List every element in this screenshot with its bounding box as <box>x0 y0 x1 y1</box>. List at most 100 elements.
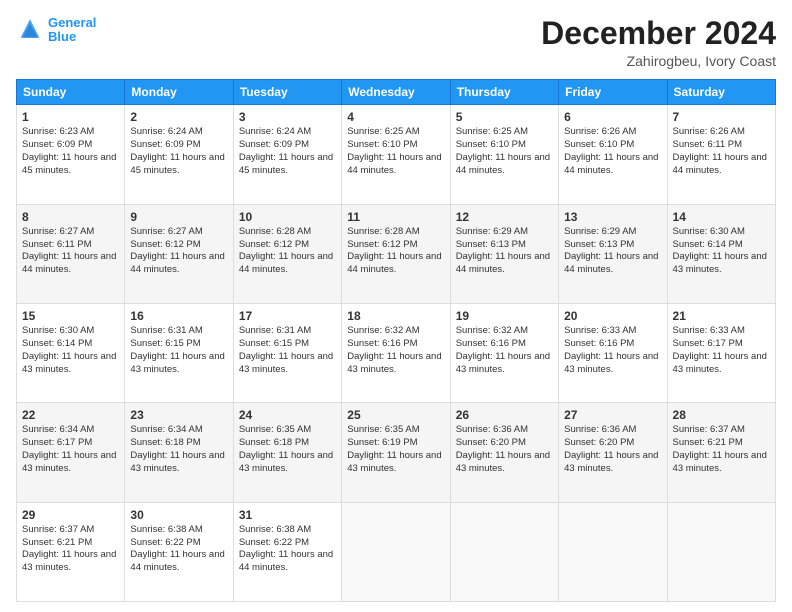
calendar-cell: 13Sunrise: 6:29 AMSunset: 6:13 PMDayligh… <box>559 204 667 303</box>
day-number: 25 <box>347 407 444 423</box>
sunrise-text: Sunrise: 6:33 AM <box>564 325 636 336</box>
day-number: 4 <box>347 109 444 125</box>
calendar-header: Sunday Monday Tuesday Wednesday Thursday… <box>17 80 776 105</box>
daylight-text: Daylight: 11 hours and 45 minutes. <box>239 152 333 176</box>
daylight-text: Daylight: 11 hours and 43 minutes. <box>22 549 116 573</box>
daylight-text: Daylight: 11 hours and 45 minutes. <box>130 152 224 176</box>
sunrise-text: Sunrise: 6:38 AM <box>130 524 202 535</box>
sunset-text: Sunset: 6:22 PM <box>239 537 309 548</box>
logo-blue: Blue <box>48 29 76 44</box>
day-number: 28 <box>673 407 770 423</box>
day-number: 23 <box>130 407 227 423</box>
calendar-cell: 29Sunrise: 6:37 AMSunset: 6:21 PMDayligh… <box>17 502 125 601</box>
calendar-cell: 26Sunrise: 6:36 AMSunset: 6:20 PMDayligh… <box>450 403 558 502</box>
sunrise-text: Sunrise: 6:34 AM <box>130 424 202 435</box>
sunset-text: Sunset: 6:09 PM <box>22 139 92 150</box>
logo-text: General Blue <box>48 16 96 45</box>
calendar-cell: 17Sunrise: 6:31 AMSunset: 6:15 PMDayligh… <box>233 303 341 402</box>
daylight-text: Daylight: 11 hours and 43 minutes. <box>130 351 224 375</box>
calendar-cell: 2Sunrise: 6:24 AMSunset: 6:09 PMDaylight… <box>125 105 233 204</box>
main-title: December 2024 <box>541 16 776 51</box>
daylight-text: Daylight: 11 hours and 43 minutes. <box>456 450 550 474</box>
day-number: 26 <box>456 407 553 423</box>
day-number: 13 <box>564 209 661 225</box>
calendar-cell: 23Sunrise: 6:34 AMSunset: 6:18 PMDayligh… <box>125 403 233 502</box>
sunrise-text: Sunrise: 6:24 AM <box>239 126 311 137</box>
sunrise-text: Sunrise: 6:31 AM <box>239 325 311 336</box>
calendar-week-2: 15Sunrise: 6:30 AMSunset: 6:14 PMDayligh… <box>17 303 776 402</box>
day-number: 18 <box>347 308 444 324</box>
calendar-cell: 9Sunrise: 6:27 AMSunset: 6:12 PMDaylight… <box>125 204 233 303</box>
daylight-text: Daylight: 11 hours and 44 minutes. <box>673 152 767 176</box>
daylight-text: Daylight: 11 hours and 44 minutes. <box>347 152 441 176</box>
sunrise-text: Sunrise: 6:25 AM <box>347 126 419 137</box>
subtitle: Zahirogbeu, Ivory Coast <box>541 53 776 69</box>
sunset-text: Sunset: 6:12 PM <box>239 239 309 250</box>
calendar-cell: 20Sunrise: 6:33 AMSunset: 6:16 PMDayligh… <box>559 303 667 402</box>
day-number: 29 <box>22 507 119 523</box>
sunset-text: Sunset: 6:09 PM <box>130 139 200 150</box>
daylight-text: Daylight: 11 hours and 44 minutes. <box>130 251 224 275</box>
sunset-text: Sunset: 6:16 PM <box>564 338 634 349</box>
sunset-text: Sunset: 6:19 PM <box>347 437 417 448</box>
sunrise-text: Sunrise: 6:31 AM <box>130 325 202 336</box>
daylight-text: Daylight: 11 hours and 44 minutes. <box>456 251 550 275</box>
calendar-cell: 7Sunrise: 6:26 AMSunset: 6:11 PMDaylight… <box>667 105 775 204</box>
calendar-cell <box>559 502 667 601</box>
daylight-text: Daylight: 11 hours and 44 minutes. <box>456 152 550 176</box>
day-number: 6 <box>564 109 661 125</box>
col-monday: Monday <box>125 80 233 105</box>
calendar-cell: 31Sunrise: 6:38 AMSunset: 6:22 PMDayligh… <box>233 502 341 601</box>
daylight-text: Daylight: 11 hours and 44 minutes. <box>130 549 224 573</box>
col-saturday: Saturday <box>667 80 775 105</box>
sunrise-text: Sunrise: 6:36 AM <box>456 424 528 435</box>
day-number: 22 <box>22 407 119 423</box>
calendar-cell: 27Sunrise: 6:36 AMSunset: 6:20 PMDayligh… <box>559 403 667 502</box>
sunset-text: Sunset: 6:14 PM <box>673 239 743 250</box>
calendar-week-1: 8Sunrise: 6:27 AMSunset: 6:11 PMDaylight… <box>17 204 776 303</box>
calendar-cell: 11Sunrise: 6:28 AMSunset: 6:12 PMDayligh… <box>342 204 450 303</box>
calendar-cell: 19Sunrise: 6:32 AMSunset: 6:16 PMDayligh… <box>450 303 558 402</box>
daylight-text: Daylight: 11 hours and 43 minutes. <box>347 351 441 375</box>
calendar-cell: 18Sunrise: 6:32 AMSunset: 6:16 PMDayligh… <box>342 303 450 402</box>
day-number: 24 <box>239 407 336 423</box>
calendar-cell <box>342 502 450 601</box>
sunrise-text: Sunrise: 6:36 AM <box>564 424 636 435</box>
page-container: General Blue December 2024 Zahirogbeu, I… <box>0 0 792 612</box>
day-number: 14 <box>673 209 770 225</box>
calendar-cell: 24Sunrise: 6:35 AMSunset: 6:18 PMDayligh… <box>233 403 341 502</box>
sunrise-text: Sunrise: 6:26 AM <box>564 126 636 137</box>
sunset-text: Sunset: 6:11 PM <box>22 239 92 250</box>
logo-icon <box>16 16 44 44</box>
sunset-text: Sunset: 6:18 PM <box>239 437 309 448</box>
header-row: Sunday Monday Tuesday Wednesday Thursday… <box>17 80 776 105</box>
sunrise-text: Sunrise: 6:38 AM <box>239 524 311 535</box>
calendar-cell: 30Sunrise: 6:38 AMSunset: 6:22 PMDayligh… <box>125 502 233 601</box>
day-number: 10 <box>239 209 336 225</box>
sunrise-text: Sunrise: 6:32 AM <box>347 325 419 336</box>
sunset-text: Sunset: 6:15 PM <box>130 338 200 349</box>
col-wednesday: Wednesday <box>342 80 450 105</box>
sunrise-text: Sunrise: 6:30 AM <box>22 325 94 336</box>
sunset-text: Sunset: 6:20 PM <box>564 437 634 448</box>
sunset-text: Sunset: 6:17 PM <box>22 437 92 448</box>
sunset-text: Sunset: 6:22 PM <box>130 537 200 548</box>
calendar-cell: 22Sunrise: 6:34 AMSunset: 6:17 PMDayligh… <box>17 403 125 502</box>
daylight-text: Daylight: 11 hours and 44 minutes. <box>22 251 116 275</box>
day-number: 11 <box>347 209 444 225</box>
calendar-cell: 10Sunrise: 6:28 AMSunset: 6:12 PMDayligh… <box>233 204 341 303</box>
day-number: 16 <box>130 308 227 324</box>
daylight-text: Daylight: 11 hours and 45 minutes. <box>22 152 116 176</box>
sunset-text: Sunset: 6:12 PM <box>347 239 417 250</box>
day-number: 31 <box>239 507 336 523</box>
sunrise-text: Sunrise: 6:23 AM <box>22 126 94 137</box>
calendar-cell: 8Sunrise: 6:27 AMSunset: 6:11 PMDaylight… <box>17 204 125 303</box>
sunrise-text: Sunrise: 6:37 AM <box>673 424 745 435</box>
day-number: 19 <box>456 308 553 324</box>
col-sunday: Sunday <box>17 80 125 105</box>
sunset-text: Sunset: 6:11 PM <box>673 139 743 150</box>
sunset-text: Sunset: 6:10 PM <box>456 139 526 150</box>
daylight-text: Daylight: 11 hours and 43 minutes. <box>239 450 333 474</box>
day-number: 3 <box>239 109 336 125</box>
calendar-table: Sunday Monday Tuesday Wednesday Thursday… <box>16 79 776 602</box>
